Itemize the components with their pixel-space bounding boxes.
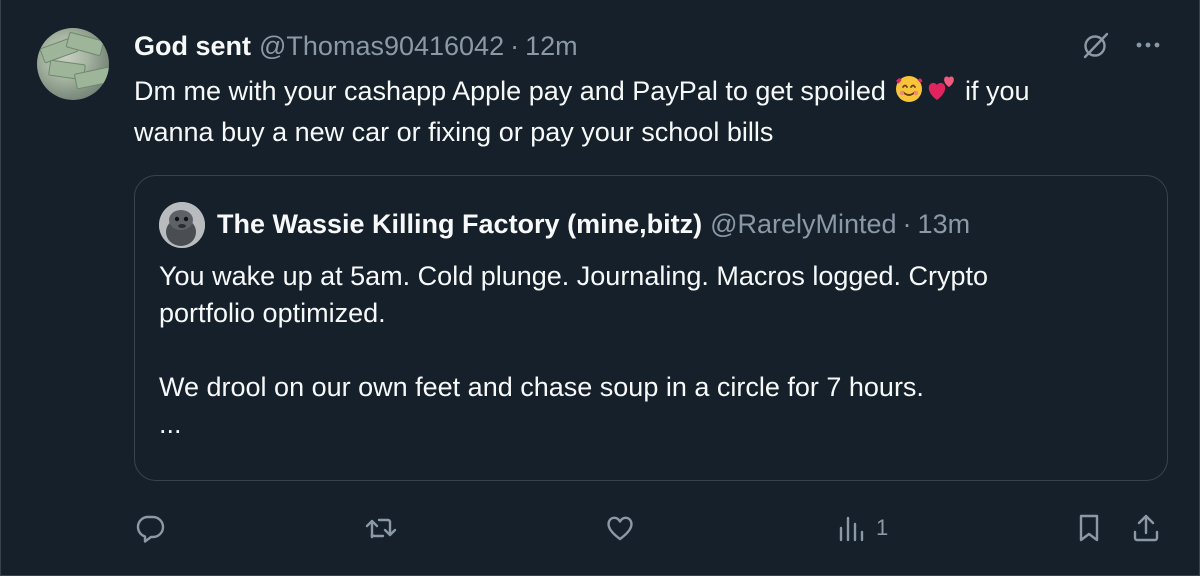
tweet-card[interactable]: God sent @Thomas90416042 · 12m Dm me wit…	[0, 0, 1200, 576]
quoted-author-name[interactable]: The Wassie Killing Factory (mine,bitz)	[217, 209, 702, 240]
reply-button[interactable]	[134, 508, 166, 548]
share-icon	[1130, 512, 1162, 544]
two-hearts-emoji	[925, 72, 957, 114]
tweet-text-line1-end: if you	[957, 76, 1030, 106]
quoted-text-ellipsis: ...	[159, 409, 182, 439]
separator-dot: ·	[510, 30, 520, 61]
quoted-author-handle[interactable]: @RarelyMinted	[710, 209, 896, 240]
retweet-button[interactable]	[364, 508, 398, 548]
reply-icon	[134, 512, 166, 544]
quoted-author-avatar[interactable]	[159, 202, 205, 248]
separator-dot: ·	[902, 208, 912, 239]
tweet-text-line1: Dm me with your cashapp Apple pay and Pa…	[134, 76, 894, 106]
author-name[interactable]: God sent	[134, 31, 251, 62]
grok-icon[interactable]	[1081, 30, 1111, 60]
views-count: 1	[876, 515, 889, 540]
like-button[interactable]	[604, 508, 636, 548]
quoted-text-line: You wake up at 5am. Cold plunge. Journal…	[159, 261, 988, 291]
smiling-face-with-hearts-emoji	[893, 72, 925, 114]
quoted-text-line: We drool on our own feet and chase soup …	[159, 372, 924, 402]
tweet-header: God sent @Thomas90416042 · 12m	[134, 28, 578, 64]
more-options-icon[interactable]	[1133, 30, 1163, 60]
author-handle[interactable]: @Thomas90416042	[259, 31, 504, 62]
views-button[interactable]: 1	[836, 508, 888, 548]
views-chart-icon	[836, 512, 866, 544]
tweet-text: Dm me with your cashapp Apple pay and Pa…	[134, 72, 1174, 151]
retweet-icon	[364, 512, 398, 544]
heart-icon	[604, 512, 636, 544]
author-avatar[interactable]	[37, 28, 109, 100]
bookmark-icon	[1074, 512, 1104, 544]
quoted-tweet-timestamp[interactable]: 13m	[918, 209, 971, 240]
quoted-text-line: portfolio optimized.	[159, 298, 386, 328]
quoted-tweet-header: The Wassie Killing Factory (mine,bitz) @…	[217, 206, 970, 242]
share-button[interactable]	[1130, 508, 1162, 548]
tweet-timestamp[interactable]: 12m	[525, 31, 578, 62]
tweet-text-line2: wanna buy a new car or fixing or pay you…	[134, 117, 774, 147]
bookmark-button[interactable]	[1074, 508, 1104, 548]
tweet-action-bar: 1	[134, 508, 1168, 548]
quoted-tweet-text: You wake up at 5am. Cold plunge. Journal…	[159, 258, 1139, 443]
tweet-top-icons	[1081, 30, 1163, 60]
quoted-tweet[interactable]: The Wassie Killing Factory (mine,bitz) @…	[134, 175, 1168, 481]
